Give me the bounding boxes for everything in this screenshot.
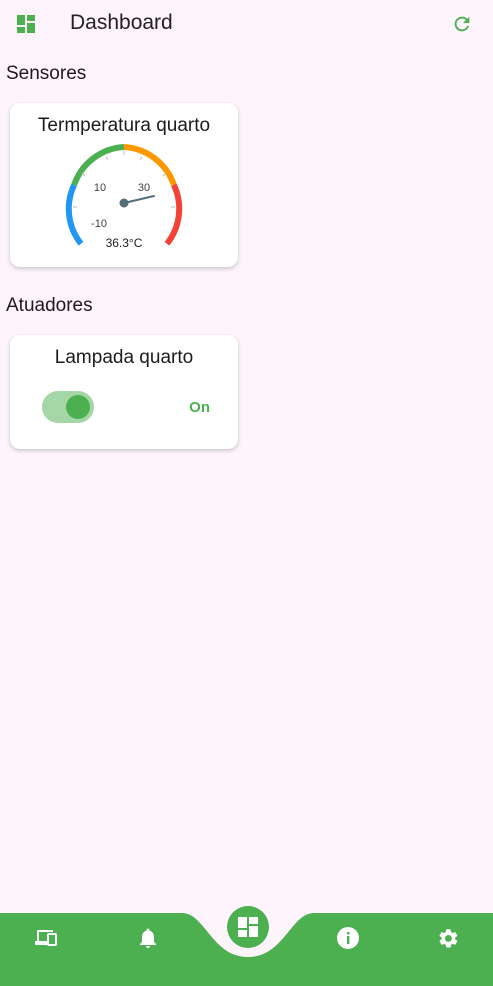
- temperature-value: 36.3°C: [106, 236, 143, 250]
- gauge-tick-label: 30: [138, 182, 150, 194]
- gauge-needle: [123, 195, 155, 204]
- gauge-tick-label: 10: [94, 182, 106, 194]
- lamp-card: Lampada quarto On: [10, 335, 238, 449]
- dashboard-menu-icon[interactable]: [16, 14, 36, 34]
- gauge-hot-arc: [164, 183, 183, 246]
- page-title: Dashboard: [70, 11, 173, 34]
- gauge-needle-hub: [119, 198, 129, 208]
- gauge-cold-arc: [65, 183, 84, 246]
- lamp-state-label: On: [189, 399, 210, 416]
- gauge-normal-arc: [71, 144, 125, 186]
- gauge-tick-label: -10: [91, 218, 107, 230]
- lamp-switch-knob: [66, 395, 90, 419]
- lamp-card-title: Lampada quarto: [54, 347, 194, 368]
- actuators-section-title: Atuadores: [6, 295, 93, 316]
- temperature-card-title: Termperatura quarto: [37, 115, 211, 136]
- temperature-card: Termperatura quarto 10 30 -10 36.3°C: [10, 103, 238, 267]
- temperature-gauge: 10 30 -10 36.3°C: [65, 144, 183, 250]
- refresh-icon[interactable]: [451, 13, 473, 35]
- gauge-warm-arc: [123, 144, 177, 186]
- app-bar: Dashboard: [0, 0, 493, 48]
- sensors-section-title: Sensores: [6, 63, 87, 84]
- lamp-switch[interactable]: [42, 391, 94, 423]
- dashboard-nav-button[interactable]: [227, 906, 269, 948]
- info-icon[interactable]: [337, 927, 359, 949]
- dashboard-icon: [238, 917, 258, 937]
